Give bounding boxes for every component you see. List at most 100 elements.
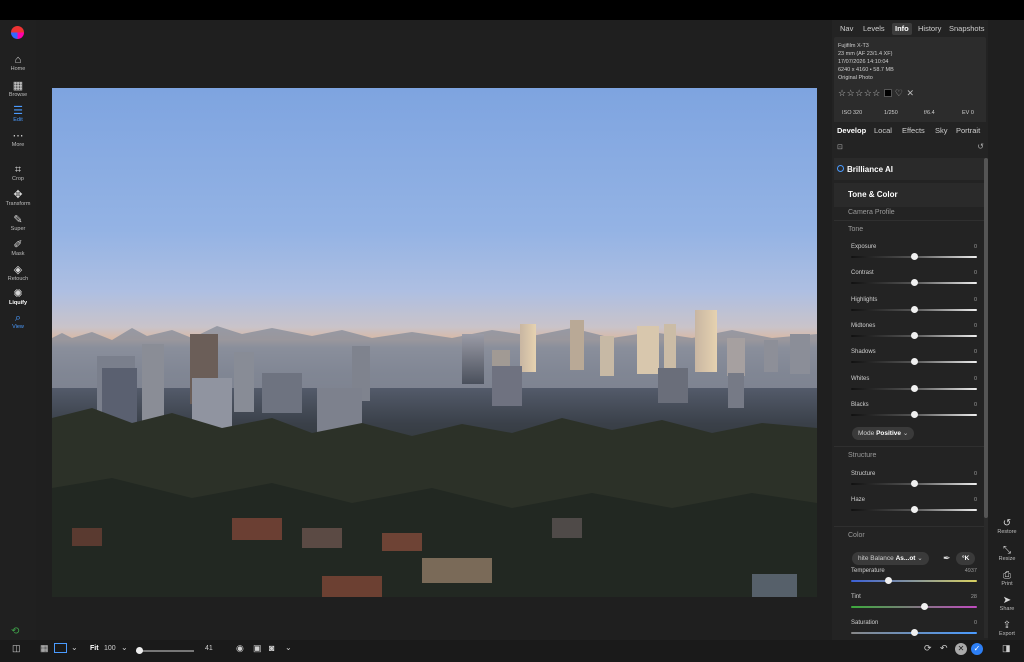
slider-value: 28 <box>970 594 977 600</box>
tool-transform[interactable]: ✥ Transform <box>0 189 36 208</box>
cancel-icon[interactable]: ✕ <box>955 643 967 655</box>
slider-knob[interactable] <box>911 384 918 392</box>
exif-bar: ISO 320 1/250 f/6.4 EV 0 <box>834 105 986 122</box>
slider-haze[interactable]: Haze 0 <box>851 497 977 513</box>
mode-dropdown[interactable]: Mode Positive ⌄ <box>852 427 915 440</box>
slider-blacks[interactable]: Blacks 0 <box>851 402 977 418</box>
refresh-icon[interactable]: ⟳ <box>924 643 932 654</box>
tool-edit[interactable]: ☰ Edit <box>0 105 36 124</box>
print-button[interactable]: ⎙ Print <box>990 570 1024 588</box>
grid-view-icon[interactable]: ▦ <box>40 643 49 654</box>
apply-icon[interactable]: ✓ <box>971 643 983 655</box>
slider-knob[interactable] <box>911 279 918 287</box>
tab-history[interactable]: History <box>918 23 941 35</box>
undo-icon[interactable]: ↶ <box>940 643 948 654</box>
slider-knob[interactable] <box>911 410 918 418</box>
color-label-box[interactable] <box>883 89 892 97</box>
slider-knob[interactable] <box>911 253 918 260</box>
chevron-down-icon[interactable]: ⌄ <box>121 643 128 652</box>
slider-track[interactable] <box>851 606 977 608</box>
slider-midtones[interactable]: Midtones 0 <box>851 323 977 339</box>
export-button[interactable]: ⇪ Export <box>990 620 1024 638</box>
sync-icon[interactable]: ⟲ <box>11 626 19 637</box>
slider-knob[interactable] <box>921 603 929 610</box>
tab-local[interactable]: Local <box>874 126 892 135</box>
share-button[interactable]: ➤ Share <box>990 595 1024 613</box>
tool-crop[interactable]: ⌗ Crop <box>0 164 36 183</box>
reject-x-icon[interactable]: ✕ <box>906 88 914 98</box>
chevron-down-icon[interactable]: ⌄ <box>71 643 78 652</box>
eye-icon[interactable]: ◉ <box>236 643 244 654</box>
slider-knob[interactable] <box>911 358 918 366</box>
white-balance-dropdown[interactable]: hite Balance As...ot ⌄ <box>852 552 929 565</box>
slider-knob[interactable] <box>911 331 918 339</box>
slider-saturation[interactable]: Saturation 0 <box>851 620 977 636</box>
zoom-slider-knob[interactable] <box>135 647 143 654</box>
tool-label: Liquify <box>8 300 28 306</box>
resize-button[interactable]: ⤡ Resize <box>990 545 1024 563</box>
tool-super[interactable]: ✎ Super <box>0 214 36 233</box>
compare-icon[interactable]: ▣ <box>253 643 262 654</box>
tab-portrait[interactable]: Portrait <box>956 126 980 135</box>
tool-label: More <box>11 142 25 148</box>
slider-temperature[interactable]: Temperature 4937 <box>851 568 977 584</box>
slider-knob[interactable] <box>911 305 918 313</box>
color-section-title[interactable]: Color <box>848 532 865 539</box>
panel-toggle-icon[interactable]: ◨ <box>1002 643 1011 654</box>
tab-info[interactable]: Info <box>892 23 912 35</box>
star-rating[interactable]: ☆☆☆☆☆ <box>838 88 881 98</box>
tone-color-header[interactable]: Tone & Color <box>834 183 984 207</box>
camera-icon[interactable]: ⊡ <box>837 143 843 151</box>
white-balance-value: As...ot <box>895 555 916 562</box>
zoom-value[interactable]: 100 <box>104 645 116 652</box>
tone-section-title[interactable]: Tone <box>848 226 863 233</box>
slider-contrast[interactable]: Contrast 0 <box>851 270 977 287</box>
tool-browse[interactable]: ▦ Browse <box>0 80 36 99</box>
sidebar-toggle-icon[interactable]: ◫ <box>12 643 21 654</box>
city-skyline-image <box>52 310 817 597</box>
slider-label: Structure <box>851 471 876 477</box>
tool-liquify[interactable]: ✺ Liquify <box>0 288 36 307</box>
slider-highlights[interactable]: Highlights 0 <box>851 297 977 313</box>
mask-brush-icon: ✐ <box>13 239 23 251</box>
date-time: 17/07/2026 14:10:04 <box>838 59 889 65</box>
slider-knob[interactable] <box>884 577 892 584</box>
zoom-slider[interactable] <box>135 647 194 654</box>
tab-sky[interactable]: Sky <box>935 126 948 135</box>
tool-label: Browse <box>8 92 28 98</box>
eyedropper-icon[interactable]: ✒ <box>943 553 951 564</box>
tab-develop[interactable]: Develop <box>837 126 866 135</box>
restore-button[interactable]: ↺ Restore <box>990 518 1024 536</box>
slider-knob[interactable] <box>911 480 918 487</box>
kelvin-toggle[interactable]: °K <box>956 552 976 565</box>
tab-nav[interactable]: Nav <box>840 23 853 35</box>
brilliance-ai-panel[interactable]: Brilliance AI <box>834 158 984 180</box>
tool-retouch[interactable]: ◈ Retouch <box>0 264 36 283</box>
slider-tint[interactable]: Tint 28 <box>851 594 977 610</box>
tab-levels[interactable]: Levels <box>863 23 885 35</box>
tool-mask[interactable]: ✐ Mask <box>0 239 36 258</box>
slider-track[interactable] <box>851 580 977 582</box>
panel-scrollbar[interactable] <box>984 158 988 638</box>
tab-effects[interactable]: Effects <box>902 126 925 135</box>
slider-knob[interactable] <box>911 629 918 636</box>
slider-knob[interactable] <box>911 506 918 513</box>
photo-canvas[interactable] <box>52 88 817 597</box>
reset-icon[interactable]: ↺ <box>977 142 984 151</box>
tab-snapshots[interactable]: Snapshots <box>949 23 984 35</box>
slider-structure[interactable]: Structure 0 <box>851 471 977 487</box>
tool-home[interactable]: ⌂ Home <box>0 54 36 73</box>
mask-overlay-icon[interactable]: ◙ <box>269 643 274 653</box>
single-view-icon[interactable] <box>54 643 67 653</box>
heart-icon[interactable]: ♡ <box>895 88 904 98</box>
tool-more[interactable]: ⋯ More <box>0 130 36 149</box>
fit-button[interactable]: Fit <box>90 645 99 652</box>
structure-section-title[interactable]: Structure <box>848 452 876 459</box>
camera-profile-label[interactable]: Camera Profile <box>848 209 895 216</box>
slider-shadows[interactable]: Shadows 0 <box>851 349 977 366</box>
scrollbar-thumb[interactable] <box>984 158 988 518</box>
tool-view[interactable]: ⌕ View <box>0 312 36 331</box>
slider-whites[interactable]: Whites 0 <box>851 376 977 392</box>
slider-exposure[interactable]: Exposure 0 <box>851 244 977 260</box>
chevron-down-icon[interactable]: ⌄ <box>285 643 292 652</box>
